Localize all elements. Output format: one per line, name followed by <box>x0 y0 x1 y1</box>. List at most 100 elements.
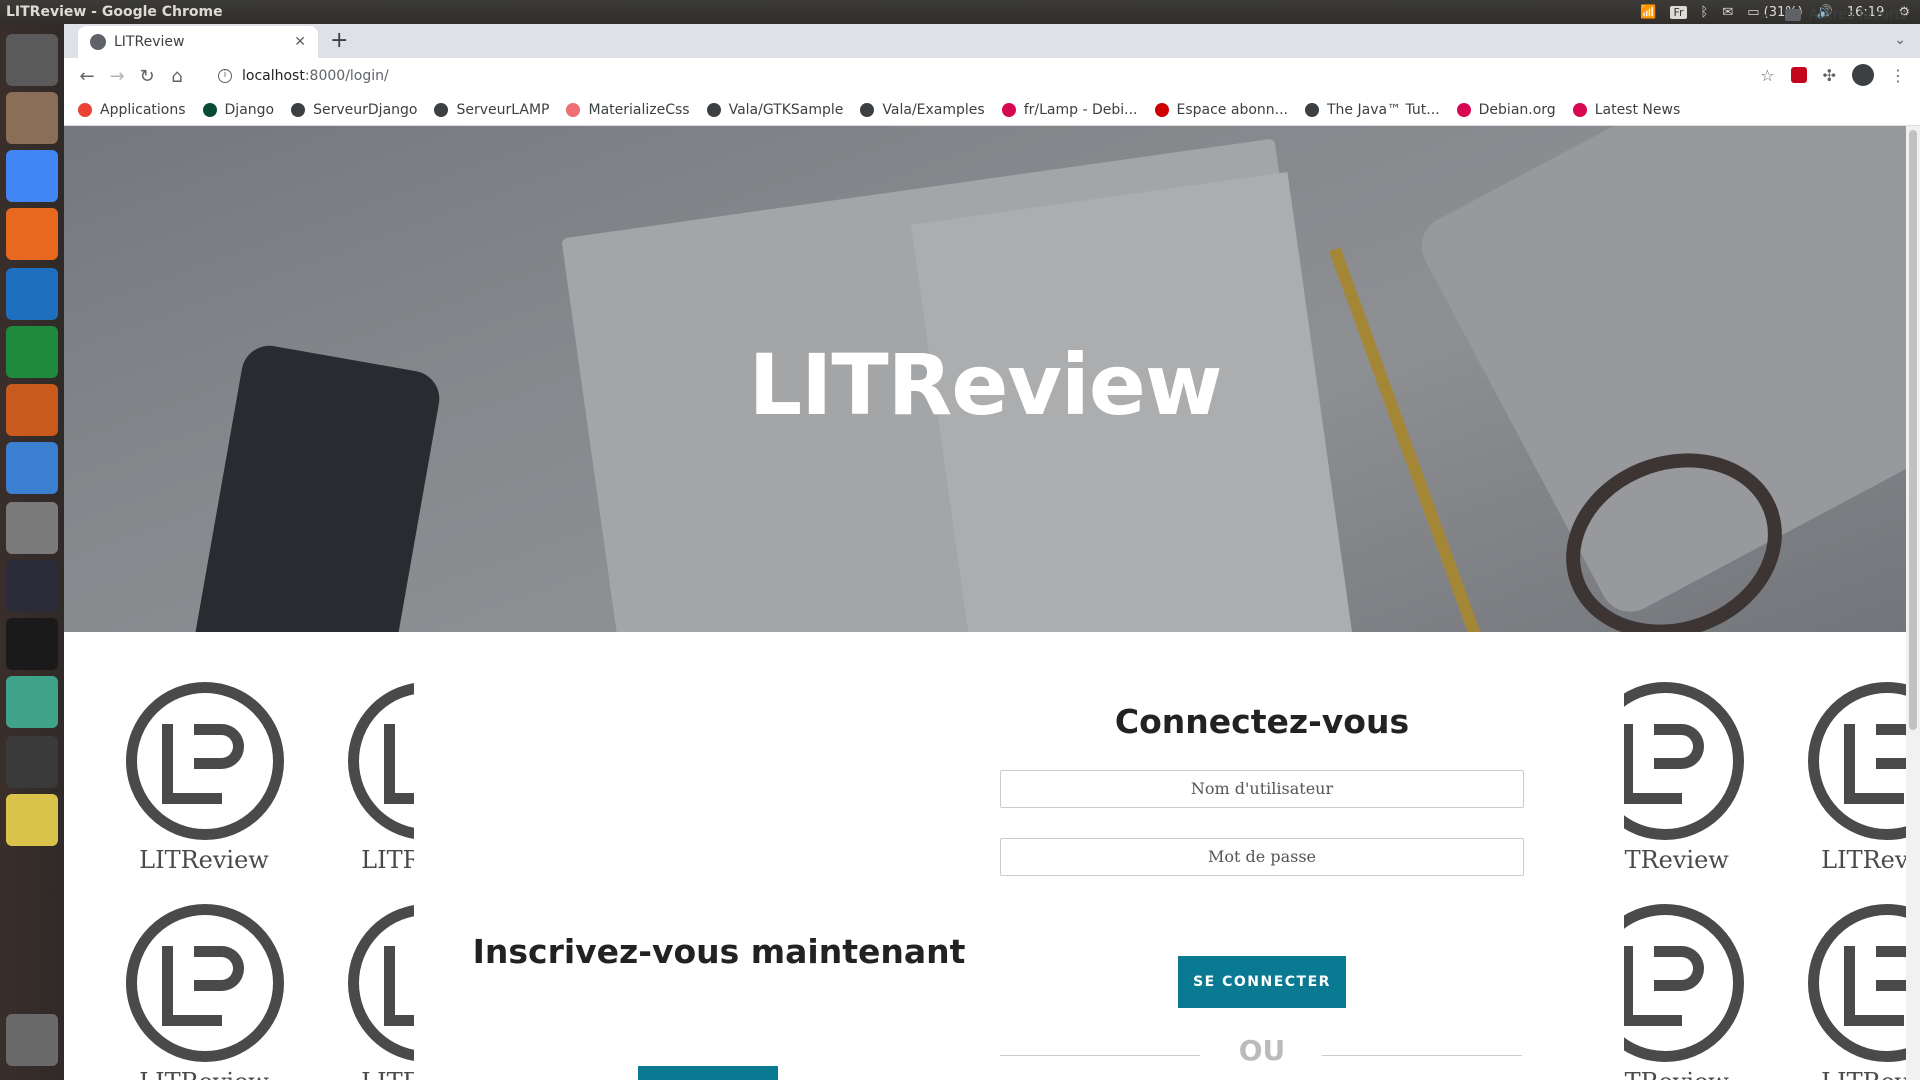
url-host: localhost <box>242 68 305 84</box>
page-scrollbar[interactable] <box>1906 126 1920 1080</box>
writer-icon[interactable] <box>6 268 58 320</box>
bookmark-label: Debian.org <box>1478 101 1556 118</box>
gedit-icon[interactable] <box>6 794 58 846</box>
bookmark-favicon-icon <box>78 102 92 117</box>
auth-section: LITReviewLITReviewLITReviewLITReviewLITR… <box>64 632 1920 1080</box>
tab-title: LITReview <box>114 34 185 50</box>
bookmark-label: fr/Lamp - Debi... <box>1023 101 1138 118</box>
bookmark-favicon-icon <box>1154 102 1169 117</box>
terminal-icon[interactable] <box>6 560 58 612</box>
ublock-extension-icon[interactable] <box>1790 67 1807 83</box>
bookmark-label: Applications <box>100 101 186 118</box>
bookmark-label: Vala/GTKSample <box>728 101 844 118</box>
logo-r-icon <box>1654 724 1704 769</box>
bookmark-favicon-icon <box>860 102 875 117</box>
software-center-icon[interactable] <box>6 442 58 494</box>
system-top-bar: LITReview - Google Chrome 📶 Fr ᛒ ✉ ▭ (31… <box>0 0 1920 24</box>
settings-icon[interactable] <box>6 502 58 554</box>
address-bar[interactable]: i localhost:8000/login/ <box>206 62 1842 90</box>
bluetooth-icon[interactable]: ᛒ <box>1701 5 1709 20</box>
atom-icon[interactable] <box>6 676 58 728</box>
trash-icon[interactable] <box>6 1014 58 1066</box>
bookmark-favicon-icon <box>434 102 449 117</box>
chrome-icon[interactable] <box>6 150 58 202</box>
bookmark-item[interactable]: Espace abonn... <box>1154 101 1289 118</box>
bookmark-item[interactable]: Debian.org <box>1456 101 1556 118</box>
bookmark-favicon-icon <box>706 102 721 117</box>
bookmark-favicon-icon <box>1305 102 1319 117</box>
mail-icon[interactable]: ✉ <box>1722 5 1733 20</box>
logo-r-icon <box>194 724 244 769</box>
url-path: :8000/login/ <box>304 68 389 84</box>
bookmark-item[interactable]: Django <box>202 102 274 118</box>
files-icon[interactable] <box>6 92 58 144</box>
bookmark-favicon-icon <box>566 102 581 117</box>
bookmark-label: MaterializeCss <box>588 101 690 118</box>
chrome-menu-icon[interactable]: ⋮ <box>1890 66 1906 85</box>
hero-banner: LITReview <box>64 126 1906 632</box>
bookmarks-overflow-button[interactable]: » <box>1759 8 1768 24</box>
litreview-logo-tile: LITReview <box>94 652 294 874</box>
bookmark-item[interactable]: fr/Lamp - Debi... <box>1001 101 1138 118</box>
home-icon[interactable]: ⌂ <box>162 66 192 87</box>
calc-icon[interactable] <box>6 326 58 378</box>
bookmark-favicon-icon <box>1001 102 1016 117</box>
tab-close-icon[interactable]: ✕ <box>294 34 306 50</box>
bookmark-favicon-icon <box>291 102 306 117</box>
tab-favicon-icon <box>90 34 106 50</box>
window-title: LITReview - Google Chrome <box>6 4 223 20</box>
logo-text: LITReview <box>94 1068 314 1080</box>
login-title: Connectez-vous <box>1114 702 1410 741</box>
tab-search-icon[interactable]: ⌄ <box>1894 32 1906 48</box>
sublime-icon[interactable] <box>6 736 58 788</box>
signup-button[interactable] <box>638 1066 778 1080</box>
bookmark-favicon-icon <box>1456 102 1471 117</box>
bookmark-favicon-icon <box>1572 102 1587 117</box>
reload-icon[interactable]: ↻ <box>132 66 162 87</box>
ubuntu-dash-icon[interactable] <box>6 34 58 86</box>
web-page: LITReview LITReviewLITReviewLITReviewLIT… <box>64 126 1920 1080</box>
scrollbar-thumb[interactable] <box>1909 130 1917 730</box>
bookmark-label: Vala/Examples <box>882 101 985 118</box>
logo-text: LITReview <box>1776 1068 1920 1080</box>
username-input[interactable]: Nom d'utilisateur <box>1000 770 1524 808</box>
browser-toolbar: ← → ↻ ⌂ i localhost:8000/login/ ☆ ✣ ⋮ <box>64 58 1920 94</box>
logo-r-icon <box>1654 946 1704 991</box>
browser-tab[interactable]: LITReview ✕ <box>78 26 318 58</box>
login-button-label: SE CONNECTER <box>1193 974 1331 990</box>
bookmark-item[interactable]: Latest News <box>1572 101 1681 118</box>
logo-text: LITReview <box>139 846 269 874</box>
profile-avatar[interactable] <box>1852 64 1874 86</box>
bookmark-item[interactable]: ServeurDjango <box>291 102 417 118</box>
launcher <box>0 24 64 1080</box>
firefox-icon[interactable] <box>6 208 58 260</box>
bookmark-item[interactable]: ServeurLAMP <box>434 102 549 118</box>
bookmark-star-icon[interactable]: ☆ <box>1760 66 1774 85</box>
or-divider-left <box>1000 1055 1200 1056</box>
bookmark-label: The Java™ Tut... <box>1327 101 1440 118</box>
pycharm-icon[interactable] <box>6 618 58 670</box>
bookmark-item[interactable]: Vala/GTKSample <box>706 101 844 118</box>
site-info-icon[interactable]: i <box>218 69 232 83</box>
extensions-puzzle-icon[interactable]: ✣ <box>1823 66 1836 85</box>
bookmarks-bar: Applications Django ServeurDjango ServeurLA… <box>64 94 1920 126</box>
keyboard-layout-indicator[interactable]: Fr <box>1670 5 1687 19</box>
login-button[interactable]: SE CONNECTER <box>1178 956 1346 1008</box>
bookmark-favicon-icon <box>202 102 217 117</box>
bookmark-item[interactable]: Applications <box>78 102 186 118</box>
bookmark-label: Espace abonn... <box>1176 101 1289 118</box>
password-input[interactable]: Mot de passe <box>1000 838 1524 876</box>
bookmark-item[interactable]: Vala/Examples <box>860 101 985 118</box>
wifi-icon[interactable]: 📶 <box>1640 5 1656 20</box>
other-bookmarks-folder[interactable]: Autres favoris <box>1784 7 1906 23</box>
new-tab-button[interactable]: + <box>330 28 348 53</box>
litreview-logo-tile: LITReview <box>94 874 294 1080</box>
signup-title: Inscrivez-vous maintenant <box>472 932 966 971</box>
logo-r-icon <box>194 946 244 991</box>
bookmark-item[interactable]: MaterializeCss <box>566 101 690 118</box>
bookmark-item[interactable]: The Java™ Tut... <box>1305 102 1440 118</box>
bookmark-label: Latest News <box>1594 101 1681 118</box>
forward-icon[interactable]: → <box>102 66 132 87</box>
back-icon[interactable]: ← <box>72 66 102 87</box>
impress-icon[interactable] <box>6 384 58 436</box>
